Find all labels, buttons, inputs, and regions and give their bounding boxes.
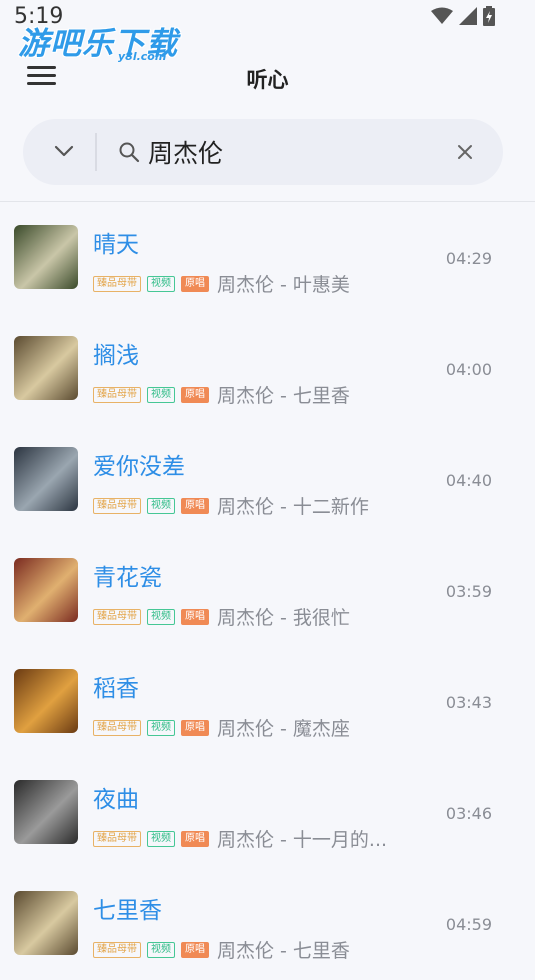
quality-badge: 臻品母带: [93, 275, 141, 292]
song-duration: 04:40: [445, 471, 492, 490]
original-badge: 原唱: [181, 719, 209, 736]
song-meta: 臻品母带 视频 原唱 周杰伦 - 十一月的...: [93, 825, 387, 852]
chevron-down-icon[interactable]: [53, 143, 75, 159]
song-title: 搁浅: [93, 343, 139, 369]
search-divider: [95, 133, 97, 171]
song-artist-album: 周杰伦 - 魔杰座: [217, 718, 350, 740]
song-meta: 臻品母带 视频 原唱 周杰伦 - 魔杰座: [93, 714, 350, 741]
song-duration: 04:00: [445, 360, 492, 379]
search-icon: [119, 142, 140, 163]
song-duration: 03:43: [445, 693, 492, 712]
song-title: 青花瓷: [93, 565, 162, 591]
video-badge: 视频: [147, 719, 175, 736]
video-badge: 视频: [147, 608, 175, 625]
song-row[interactable]: 爱你没差臻品母带 视频 原唱 周杰伦 - 十二新作 04:40: [0, 425, 535, 536]
original-badge: 原唱: [181, 275, 209, 292]
album-cover: [14, 891, 78, 955]
song-artist-album: 周杰伦 - 十一月的...: [217, 829, 388, 851]
album-cover: [14, 780, 78, 844]
song-duration: 04:29: [445, 249, 492, 268]
song-duration: 03:46: [445, 804, 492, 823]
video-badge: 视频: [147, 497, 175, 514]
battery-icon: [483, 6, 495, 26]
song-title: 晴天: [93, 232, 139, 258]
watermark-logo: 游吧乐下载 y8l.com: [18, 26, 178, 63]
wifi-icon: [431, 7, 453, 24]
song-row[interactable]: 稻香臻品母带 视频 原唱 周杰伦 - 魔杰座 03:43: [0, 647, 535, 758]
song-row[interactable]: 夜曲臻品母带 视频 原唱 周杰伦 - 十一月的... 03:46: [0, 758, 535, 869]
song-artist-album: 周杰伦 - 七里香: [217, 940, 350, 962]
song-meta: 臻品母带 视频 原唱 周杰伦 - 我很忙: [93, 603, 350, 630]
close-icon[interactable]: [456, 143, 474, 161]
quality-badge: 臻品母带: [93, 386, 141, 403]
song-title: 夜曲: [93, 787, 139, 813]
quality-badge: 臻品母带: [93, 830, 141, 847]
album-cover: [14, 558, 78, 622]
song-meta: 臻品母带 视频 原唱 周杰伦 - 十二新作: [93, 492, 369, 519]
system-icons: [431, 6, 495, 26]
song-meta: 臻品母带 视频 原唱 周杰伦 - 七里香: [93, 381, 350, 408]
song-row[interactable]: 晴天臻品母带 视频 原唱 周杰伦 - 叶惠美 04:29: [0, 203, 535, 314]
song-meta: 臻品母带 视频 原唱 周杰伦 - 叶惠美: [93, 270, 350, 297]
song-row[interactable]: 青花瓷臻品母带 视频 原唱 周杰伦 - 我很忙 03:59: [0, 536, 535, 647]
original-badge: 原唱: [181, 941, 209, 958]
song-duration: 04:59: [445, 915, 492, 934]
song-artist-album: 周杰伦 - 十二新作: [217, 496, 369, 518]
video-badge: 视频: [147, 830, 175, 847]
song-duration: 03:59: [445, 582, 492, 601]
song-meta: 臻品母带 视频 原唱 周杰伦 - 七里香: [93, 936, 350, 963]
original-badge: 原唱: [181, 608, 209, 625]
song-row[interactable]: 搁浅臻品母带 视频 原唱 周杰伦 - 七里香 04:00: [0, 314, 535, 425]
song-artist-album: 周杰伦 - 我很忙: [217, 607, 350, 629]
album-cover: [14, 336, 78, 400]
signal-icon: [459, 7, 477, 25]
album-cover: [14, 669, 78, 733]
quality-badge: 臻品母带: [93, 497, 141, 514]
original-badge: 原唱: [181, 830, 209, 847]
song-artist-album: 周杰伦 - 叶惠美: [217, 274, 350, 296]
quality-badge: 臻品母带: [93, 719, 141, 736]
video-badge: 视频: [147, 941, 175, 958]
original-badge: 原唱: [181, 497, 209, 514]
search-input[interactable]: [148, 135, 448, 169]
page-title: 听心: [246, 68, 289, 92]
search-bar: [23, 119, 503, 185]
song-title: 稻香: [93, 676, 139, 702]
song-row[interactable]: 七里香臻品母带 视频 原唱 周杰伦 - 七里香 04:59: [0, 869, 535, 980]
album-cover: [14, 225, 78, 289]
quality-badge: 臻品母带: [93, 941, 141, 958]
header-divider: [0, 201, 535, 202]
song-artist-album: 周杰伦 - 七里香: [217, 385, 350, 407]
original-badge: 原唱: [181, 386, 209, 403]
album-cover: [14, 447, 78, 511]
video-badge: 视频: [147, 386, 175, 403]
song-title: 七里香: [93, 898, 162, 924]
song-title: 爱你没差: [93, 454, 185, 480]
quality-badge: 臻品母带: [93, 608, 141, 625]
video-badge: 视频: [147, 275, 175, 292]
